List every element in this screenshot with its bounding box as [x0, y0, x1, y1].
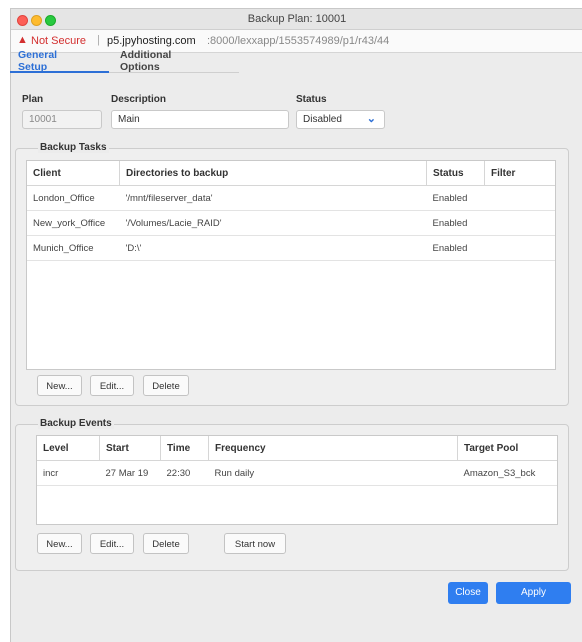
tab-additional-options[interactable]: Additional Options [120, 49, 171, 73]
cell-status: Enabled [426, 185, 485, 211]
tasks-edit-button[interactable]: Edit... [90, 375, 134, 396]
table-header-row: Client Directories to backup Status Filt… [27, 161, 555, 186]
column-header-filter[interactable]: Filter [484, 161, 555, 186]
plan-label: Plan [22, 94, 44, 105]
cell-status: Enabled [426, 210, 485, 236]
tab-general-setup[interactable]: General Setup [18, 49, 57, 73]
backup-tasks-title: Backup Tasks [38, 142, 109, 153]
tasks-new-button[interactable]: New... [37, 375, 82, 396]
cell-filter [484, 235, 555, 261]
cell-status: Enabled [426, 235, 485, 261]
events-edit-button[interactable]: Edit... [90, 533, 134, 554]
url-host: p5.jpyhosting.com [107, 35, 196, 47]
not-secure-label: Not Secure [31, 35, 87, 47]
url-separator: | [97, 34, 100, 46]
column-header-frequency[interactable]: Frequency [208, 436, 458, 461]
column-header-status[interactable]: Status [426, 161, 485, 186]
cell-directory: 'D:\' [119, 235, 427, 261]
cell-client: New_york_Office [27, 210, 120, 236]
table-row[interactable]: incr 27 Mar 19 22:30 Run daily Amazon_S3… [37, 460, 557, 486]
cell-target-pool: Amazon_S3_bck [457, 460, 557, 486]
chevron-down-icon: ⌄ [366, 113, 376, 125]
column-header-directories[interactable]: Directories to backup [119, 161, 427, 186]
events-delete-button[interactable]: Delete [143, 533, 189, 554]
status-select[interactable]: Disabled ⌄ [296, 110, 385, 129]
description-input[interactable]: Main [111, 110, 289, 129]
apply-button[interactable]: Apply [496, 582, 571, 604]
description-label: Description [111, 94, 167, 105]
window-title: Backup Plan: 10001 [247, 13, 347, 25]
column-header-client[interactable]: Client [27, 161, 120, 186]
tab-divider [109, 72, 239, 73]
table-row[interactable]: London_Office '/mnt/fileserver_data' Ena… [27, 185, 555, 211]
table-row[interactable]: New_york_Office '/Volumes/Lacie_RAID' En… [27, 210, 555, 236]
cell-filter [484, 185, 555, 211]
cell-frequency: Run daily [208, 460, 458, 486]
start-now-button[interactable]: Start now [224, 533, 286, 554]
backup-events-table: Level Start Time Frequency Target Pool i… [36, 435, 558, 525]
url-path: :8000/lexxapp/1553574989/p1/r43/44 [207, 35, 390, 47]
backup-events-title: Backup Events [38, 418, 114, 429]
column-header-level[interactable]: Level [37, 436, 100, 461]
column-header-start[interactable]: Start [99, 436, 161, 461]
status-label: Status [296, 94, 327, 105]
active-tab-indicator [10, 71, 109, 73]
close-button[interactable]: Close [448, 582, 488, 604]
cell-client: Munich_Office [27, 235, 120, 261]
cell-level: incr [37, 460, 100, 486]
cell-time: 22:30 [160, 460, 209, 486]
plan-field: 10001 [22, 110, 102, 129]
cell-filter [484, 210, 555, 236]
table-row[interactable]: Munich_Office 'D:\' Enabled [27, 235, 555, 261]
url-bar[interactable]: ▲ Not Secure | p5.jpyhosting.com :8000/l… [11, 30, 582, 53]
cell-start: 27 Mar 19 [99, 460, 161, 486]
table-header-row: Level Start Time Frequency Target Pool [37, 436, 557, 461]
status-select-value: Disabled [303, 114, 342, 125]
backup-tasks-table: Client Directories to backup Status Filt… [26, 160, 556, 370]
cell-directory: '/Volumes/Lacie_RAID' [119, 210, 427, 236]
cell-directory: '/mnt/fileserver_data' [119, 185, 427, 211]
column-header-target-pool[interactable]: Target Pool [457, 436, 557, 461]
column-header-time[interactable]: Time [160, 436, 209, 461]
tasks-delete-button[interactable]: Delete [143, 375, 189, 396]
events-new-button[interactable]: New... [37, 533, 82, 554]
cell-client: London_Office [27, 185, 120, 211]
warning-icon: ▲ [17, 34, 28, 46]
title-bar: Backup Plan: 10001 [11, 9, 582, 30]
